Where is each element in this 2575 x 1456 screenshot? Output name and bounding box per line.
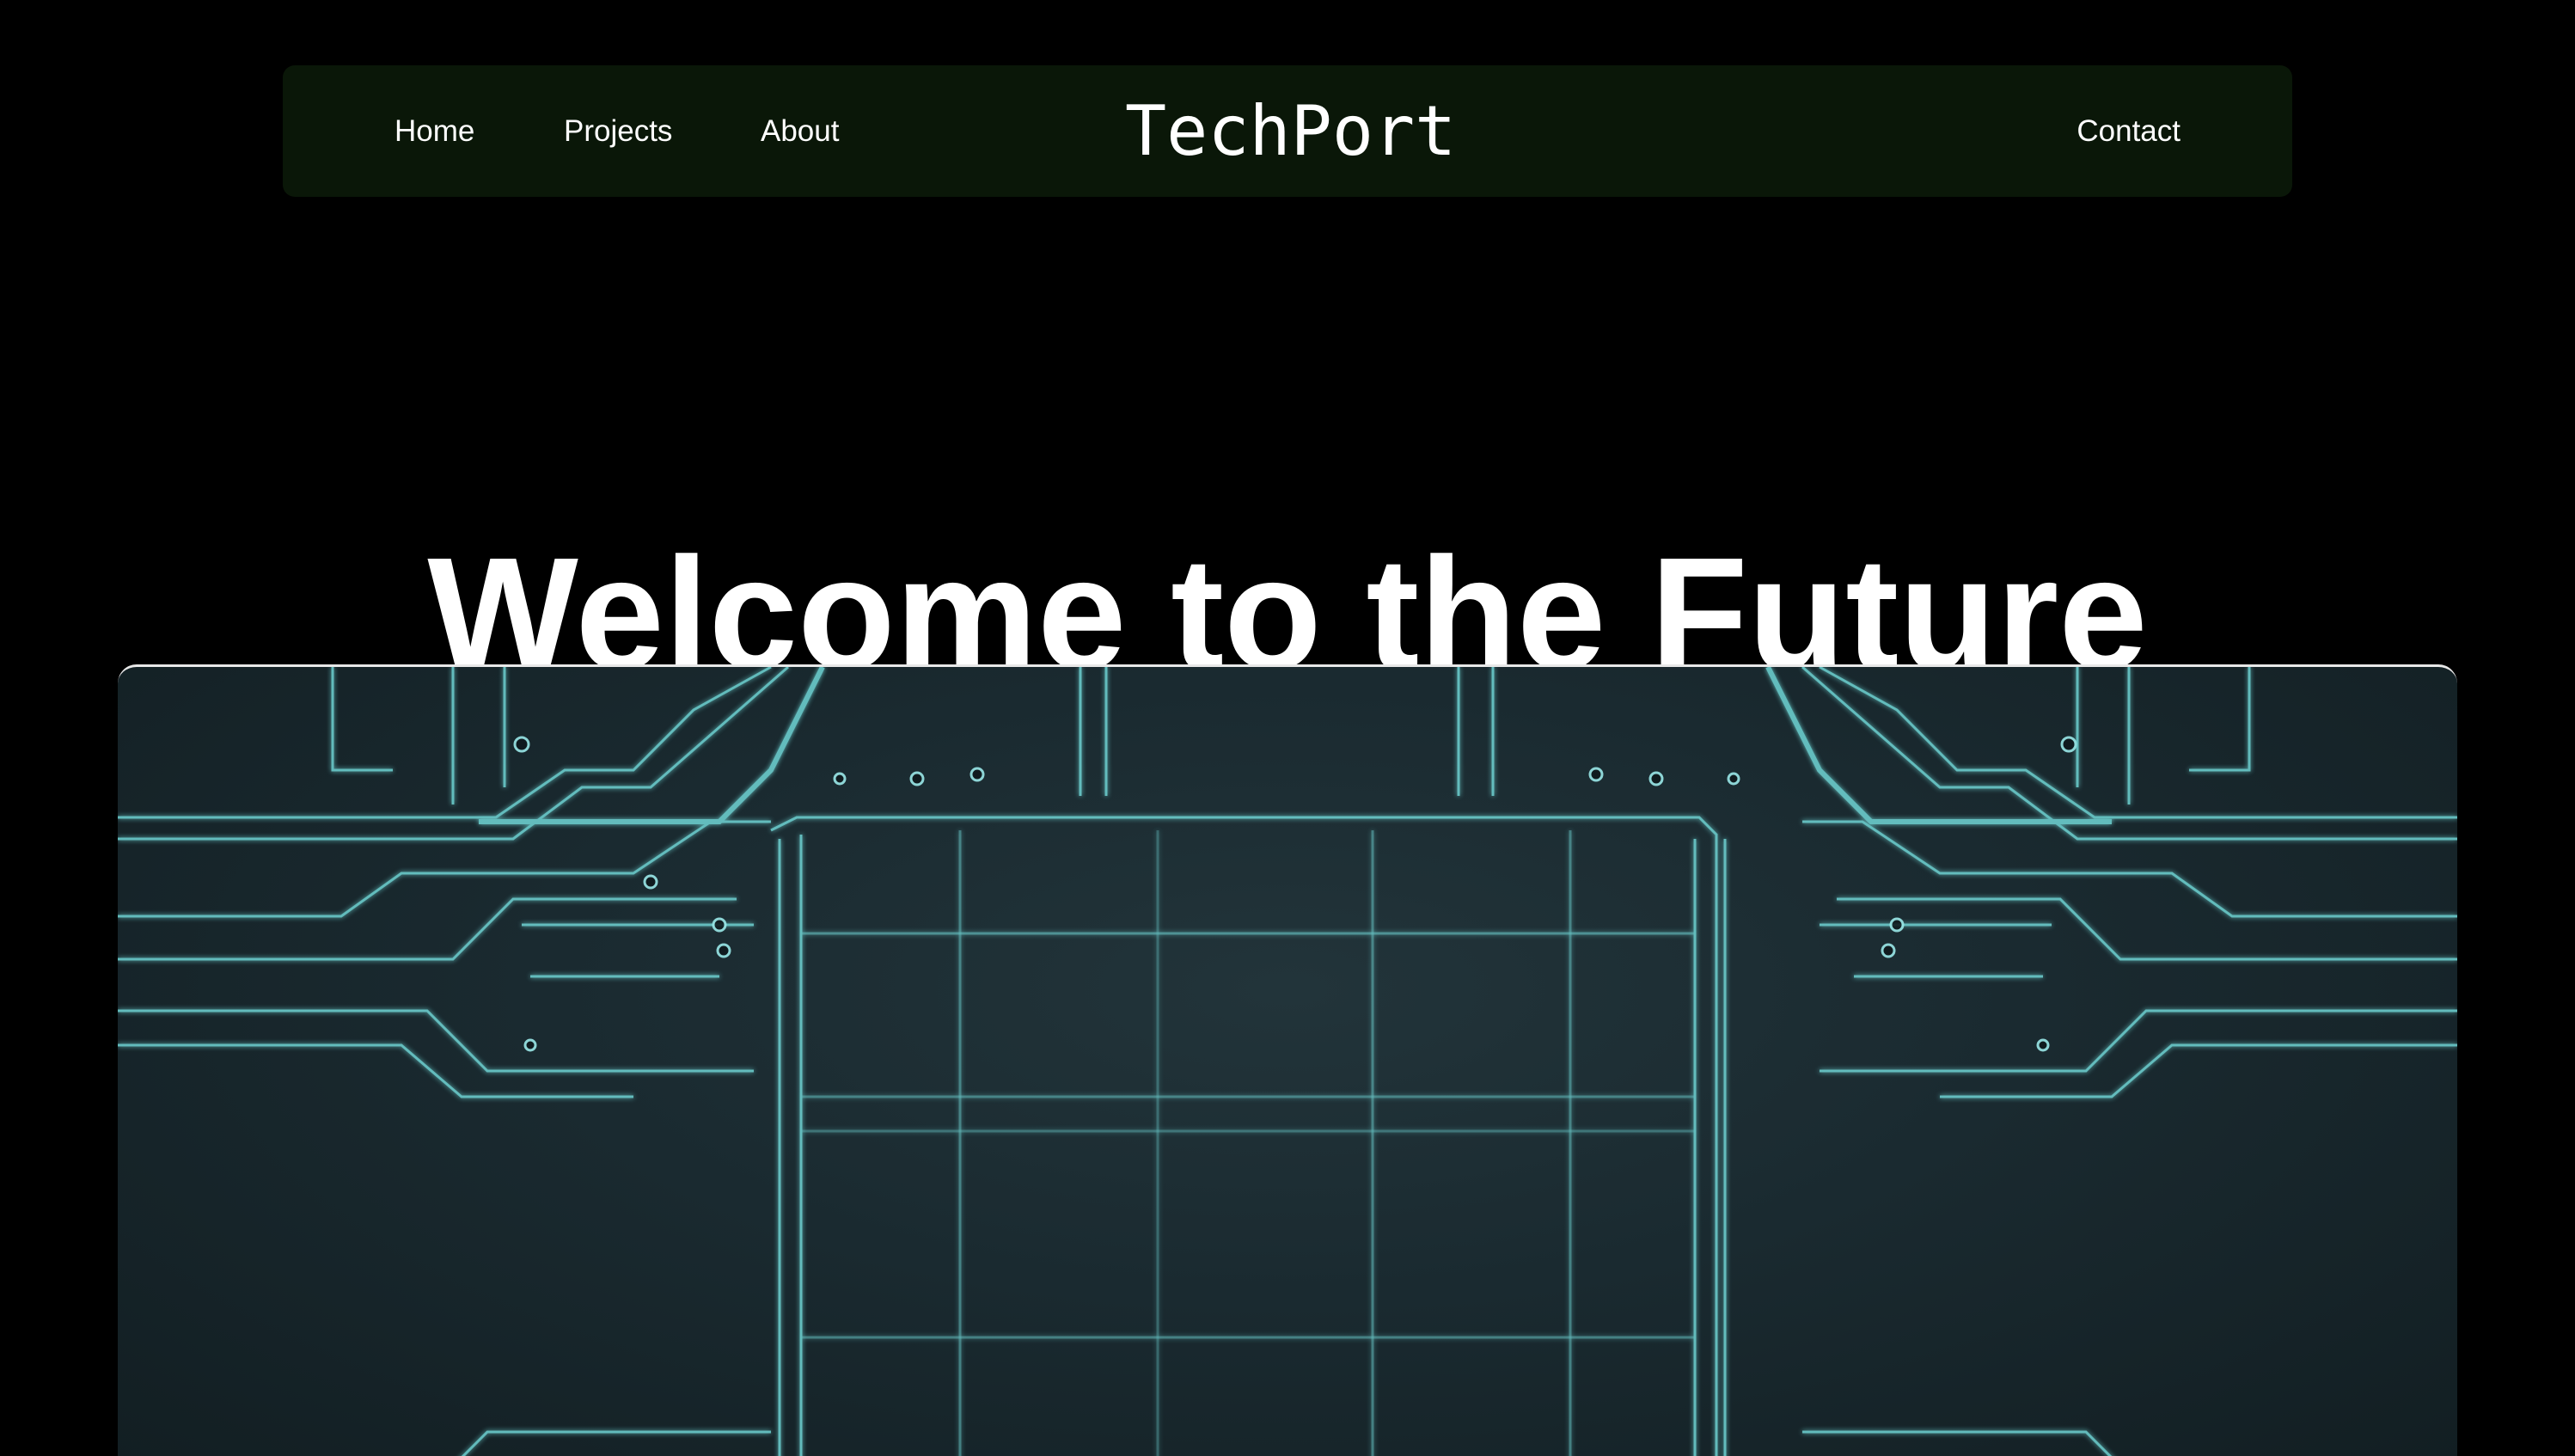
circuit-board-image [118, 664, 2457, 1456]
top-navbar: Home Projects About TechPort Contact [283, 65, 2292, 197]
circuit-board-illustration [118, 667, 2457, 1456]
page: Home Projects About TechPort Contact Wel… [0, 0, 2575, 1456]
nav-link-home[interactable]: Home [395, 65, 474, 197]
nav-link-projects[interactable]: Projects [564, 65, 672, 197]
nav-link-contact[interactable]: Contact [2077, 65, 2180, 197]
brand-logo[interactable]: TechPort [1125, 65, 1456, 197]
nav-link-about[interactable]: About [761, 65, 839, 197]
